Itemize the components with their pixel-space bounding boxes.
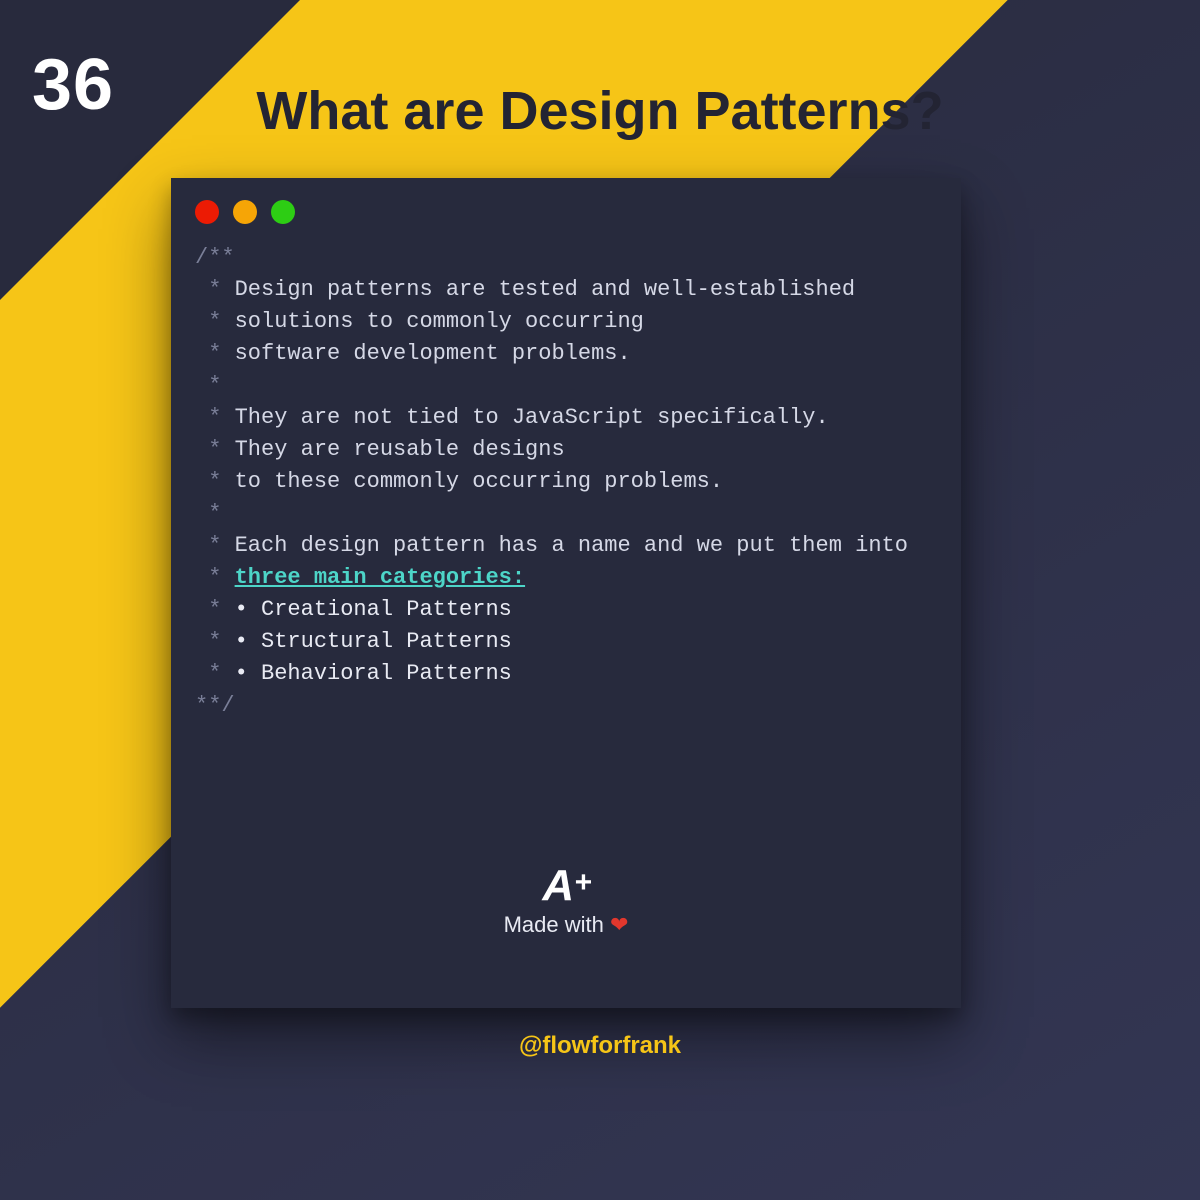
category-item: Creational Patterns <box>261 597 512 622</box>
zoom-icon[interactable] <box>271 200 295 224</box>
made-with-label: Made with ❤ <box>171 912 961 938</box>
code-window: /** * Design patterns are tested and wel… <box>171 178 961 1008</box>
logo-plus: + <box>574 866 590 899</box>
minimize-icon[interactable] <box>233 200 257 224</box>
logo-icon: A+ <box>171 864 961 908</box>
code-line: to these commonly occurring problems. <box>235 469 723 494</box>
code-line: Each design pattern has a name and we pu… <box>235 533 908 558</box>
window-traffic-lights <box>195 200 937 224</box>
bullet-icon: • <box>235 597 248 622</box>
comment-close: **/ <box>195 693 235 718</box>
code-block: /** * Design patterns are tested and wel… <box>195 242 937 722</box>
author-handle[interactable]: @flowforfrank <box>0 1032 1200 1060</box>
categories-link[interactable]: three main categories: <box>235 565 525 590</box>
window-footer: A+ Made with ❤ <box>171 864 961 938</box>
code-line: They are reusable designs <box>235 437 565 462</box>
bullet-icon: • <box>235 661 248 686</box>
heart-icon: ❤ <box>610 912 628 937</box>
logo-letter: A <box>542 861 572 910</box>
page-title: What are Design Patterns? <box>0 80 1200 142</box>
bullet-icon: • <box>235 629 248 654</box>
code-line: software development problems. <box>235 341 631 366</box>
code-line: They are not tied to JavaScript specific… <box>235 405 829 430</box>
comment-open: /** <box>195 245 235 270</box>
category-item: Behavioral Patterns <box>261 661 512 686</box>
card-stage: 36 What are Design Patterns? /** * Desig… <box>0 0 1200 1200</box>
made-with-text: Made with <box>504 912 604 937</box>
code-line: Design patterns are tested and well-esta… <box>235 277 856 302</box>
code-line: solutions to commonly occurring <box>235 309 644 334</box>
category-item: Structural Patterns <box>261 629 512 654</box>
close-icon[interactable] <box>195 200 219 224</box>
